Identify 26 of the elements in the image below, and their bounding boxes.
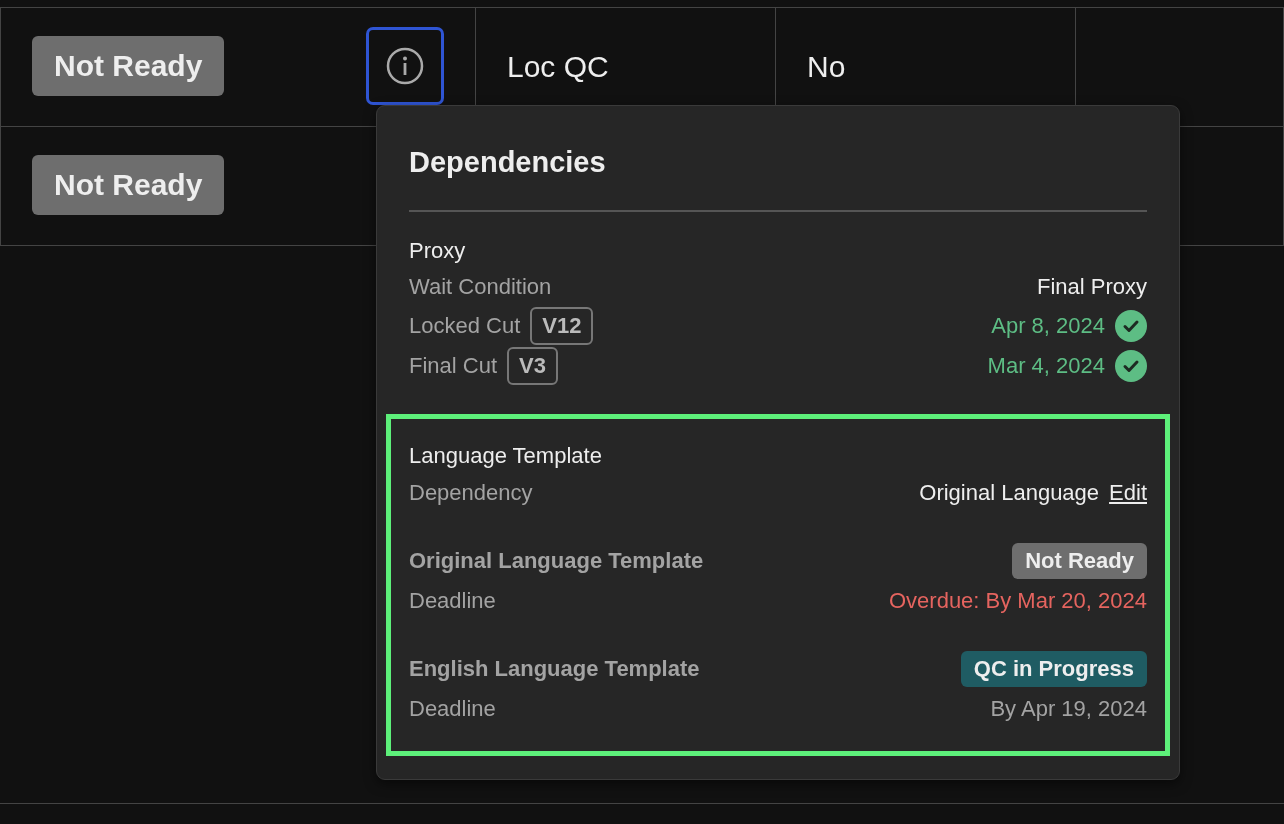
field-label: Deadline [409, 696, 496, 722]
field-label: Final Cut [409, 353, 498, 379]
date-text: Apr 8, 2024 [991, 313, 1105, 339]
info-icon [385, 46, 425, 86]
status-badge: Not Ready [32, 36, 225, 96]
field-label: Dependency [409, 480, 533, 506]
date-text: Mar 4, 2024 [987, 353, 1105, 379]
template-name: Original Language Template [409, 548, 704, 574]
field-label: Deadline [409, 588, 496, 614]
template-name: English Language Template [409, 656, 700, 682]
status-badge: QC in Progress [960, 651, 1147, 687]
deadline-text: Overdue: By Mar 20, 2024 [888, 588, 1147, 614]
popover-title: Dependencies [409, 145, 607, 180]
section-title: Language Template [409, 443, 603, 469]
field-label: Locked Cut [409, 313, 521, 339]
status-badge: Not Ready [1012, 543, 1147, 579]
status-badge: Not Ready [32, 155, 225, 215]
field-label: Wait Condition [409, 274, 552, 300]
deadline-text: By Apr 19, 2024 [990, 696, 1147, 722]
field-value: Original Language [919, 480, 1100, 506]
edit-link[interactable]: Edit [1109, 480, 1147, 506]
section-title: Proxy [409, 238, 467, 264]
version-tag: V12 [530, 307, 594, 345]
info-button[interactable] [366, 27, 444, 105]
field-value: Final Proxy [1036, 274, 1147, 300]
version-tag: V3 [507, 347, 558, 385]
